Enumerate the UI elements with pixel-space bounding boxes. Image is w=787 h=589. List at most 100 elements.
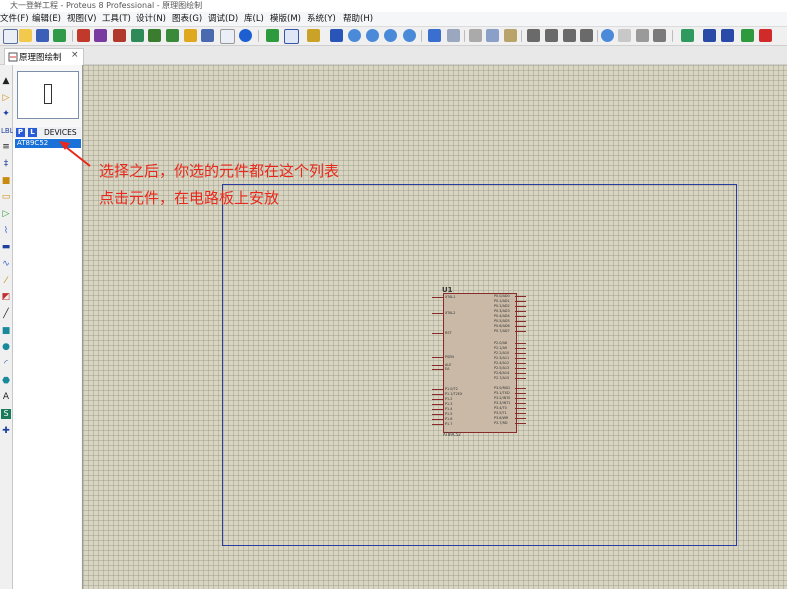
main-toolbar (0, 27, 787, 46)
voltage-probe-icon[interactable]: ⁄ (1, 276, 11, 286)
grid-icon[interactable] (284, 29, 299, 44)
menu-debug[interactable]: 调试(D) (208, 13, 238, 25)
schematic-icon (8, 52, 18, 62)
pin-label-right: P2.6/A14 (494, 371, 510, 375)
pin-line-right (515, 296, 526, 297)
path-icon[interactable]: ⬣ (1, 376, 11, 386)
marker-icon[interactable]: ✚ (1, 426, 11, 436)
overview-preview[interactable] (17, 71, 79, 119)
menu-template[interactable]: 模版(M) (270, 13, 301, 25)
menu-design[interactable]: 设计(N) (136, 13, 166, 25)
cut-icon[interactable] (469, 29, 482, 42)
tab-close-button[interactable]: × (71, 50, 79, 60)
menu-file[interactable]: 文件(F) (0, 13, 29, 25)
pin-label-right: P0.6/AD6 (494, 324, 510, 328)
wire-autorouter-icon[interactable] (681, 29, 694, 42)
pin-label-right: P2.4/A12 (494, 361, 510, 365)
undo-icon[interactable] (428, 29, 441, 42)
pan-icon[interactable] (330, 29, 343, 42)
zoom-area-icon[interactable] (403, 29, 416, 42)
arc-icon[interactable]: ◜ (1, 359, 11, 369)
symbol-icon[interactable]: S (1, 409, 11, 419)
buses-icon[interactable]: ‡ (1, 159, 11, 169)
pin-line-right (515, 331, 526, 332)
search-icon[interactable] (131, 29, 144, 42)
block-move-icon[interactable] (545, 29, 558, 42)
search-tag-icon[interactable] (703, 29, 716, 42)
block-copy-icon[interactable] (527, 29, 540, 42)
pick-devices-button[interactable]: P (16, 128, 25, 137)
refresh-icon[interactable] (266, 29, 279, 42)
pin-label-left: XTAL1 (445, 295, 456, 299)
device-pins-icon[interactable]: ▷ (1, 209, 11, 219)
menu-view[interactable]: 视图(V) (67, 13, 96, 25)
new-icon[interactable] (3, 29, 18, 44)
doc-icon[interactable] (220, 29, 235, 44)
zoom-out-icon[interactable] (366, 29, 379, 42)
menu-help[interactable]: 帮助(H) (343, 13, 373, 25)
virtual-instruments-icon[interactable]: ◩ (1, 292, 11, 302)
text-script-icon[interactable]: ≡ (1, 142, 11, 152)
new-sheet-icon[interactable] (741, 29, 754, 42)
save-icon[interactable] (36, 29, 49, 42)
menu-bar: 文件(F) 编辑(E) 视图(V) 工具(T) 设计(N) 图表(G) 调试(D… (0, 12, 787, 27)
toolbar-separator (258, 30, 259, 42)
paste-icon[interactable] (504, 29, 517, 42)
property-assign-icon[interactable] (721, 29, 734, 42)
delete-sheet-icon[interactable] (759, 29, 772, 42)
box-icon[interactable]: ■ (1, 326, 11, 336)
tape-recorder-icon[interactable]: ▬ (1, 242, 11, 252)
pin-label-right: P3.0/RXD (494, 386, 510, 390)
home-icon[interactable] (77, 29, 90, 42)
packaging-icon[interactable] (636, 29, 649, 42)
circle-icon[interactable]: ● (1, 342, 11, 352)
terminals-icon[interactable]: ▭ (1, 192, 11, 202)
help-icon[interactable] (239, 29, 252, 42)
menu-tools[interactable]: 工具(T) (102, 13, 131, 25)
pin-line-left (432, 389, 443, 390)
menu-edit[interactable]: 编辑(E) (32, 13, 61, 25)
text-icon[interactable]: A (1, 392, 11, 402)
menu-system[interactable]: 系统(Y) (307, 13, 336, 25)
bom-icon[interactable] (148, 29, 161, 42)
pin-line-right (515, 321, 526, 322)
make-device-icon[interactable] (618, 29, 631, 42)
gerber-icon[interactable] (166, 29, 179, 42)
redo-icon[interactable] (447, 29, 460, 42)
pin-label-right: P0.5/AD5 (494, 319, 510, 323)
block-rotate-icon[interactable] (563, 29, 576, 42)
pdf-icon[interactable] (201, 29, 214, 42)
pin-line-right (515, 418, 526, 419)
block-delete-icon[interactable] (580, 29, 593, 42)
menu-library[interactable]: 库(L) (244, 13, 264, 25)
decompose-icon[interactable] (653, 29, 666, 42)
selection-mode-icon[interactable]: ▲ (1, 76, 11, 86)
tab-schematic[interactable]: 原理图绘制 × (4, 48, 84, 65)
pin-line-left (432, 313, 443, 314)
pin-line-right (515, 358, 526, 359)
source-icon[interactable] (184, 29, 197, 42)
zoom-all-icon[interactable] (384, 29, 397, 42)
subcircuit-icon[interactable]: ■ (1, 176, 11, 186)
pin-label-right: P2.5/A13 (494, 366, 510, 370)
junction-dot-icon[interactable]: ✦ (1, 109, 11, 119)
graph-icon[interactable]: ⌇ (1, 226, 11, 236)
pin-label-right: P0.7/AD7 (494, 329, 510, 333)
back-icon[interactable] (113, 29, 126, 42)
component-mode-icon[interactable]: ▷ (1, 93, 11, 103)
copy-icon[interactable] (486, 29, 499, 42)
library-manager-button[interactable]: L (28, 128, 37, 137)
open-icon[interactable] (19, 29, 32, 42)
pin-line-right (515, 301, 526, 302)
origin-icon[interactable] (307, 29, 320, 42)
zoom-in-icon[interactable] (348, 29, 361, 42)
generator-icon[interactable]: ∿ (1, 259, 11, 269)
pin-line-left (432, 357, 443, 358)
pin-label-left: PSEN (445, 355, 454, 359)
line-icon[interactable]: ╱ (1, 309, 11, 319)
pick-device-icon[interactable] (601, 29, 614, 42)
menu-graph[interactable]: 图表(G) (172, 13, 202, 25)
component-icon[interactable] (94, 29, 107, 42)
import-icon[interactable] (53, 29, 66, 42)
wire-label-icon[interactable]: LBL (1, 126, 14, 136)
